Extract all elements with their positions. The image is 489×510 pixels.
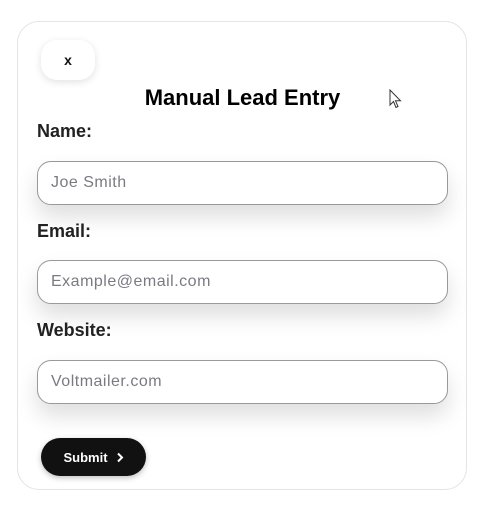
submit-button[interactable]: Submit <box>41 438 146 476</box>
email-input[interactable] <box>37 260 448 304</box>
chevron-right-icon <box>116 452 123 462</box>
email-label: Email: <box>37 221 92 241</box>
website-input[interactable] <box>37 360 448 404</box>
submit-label: Submit <box>63 449 108 465</box>
page-title: Manual Lead Entry <box>144 85 341 110</box>
name-label: Name: <box>37 121 93 141</box>
close-button[interactable]: x <box>41 40 95 80</box>
name-input[interactable] <box>37 161 448 205</box>
mouse-cursor-icon <box>389 89 402 109</box>
website-label: Website: <box>37 320 112 340</box>
